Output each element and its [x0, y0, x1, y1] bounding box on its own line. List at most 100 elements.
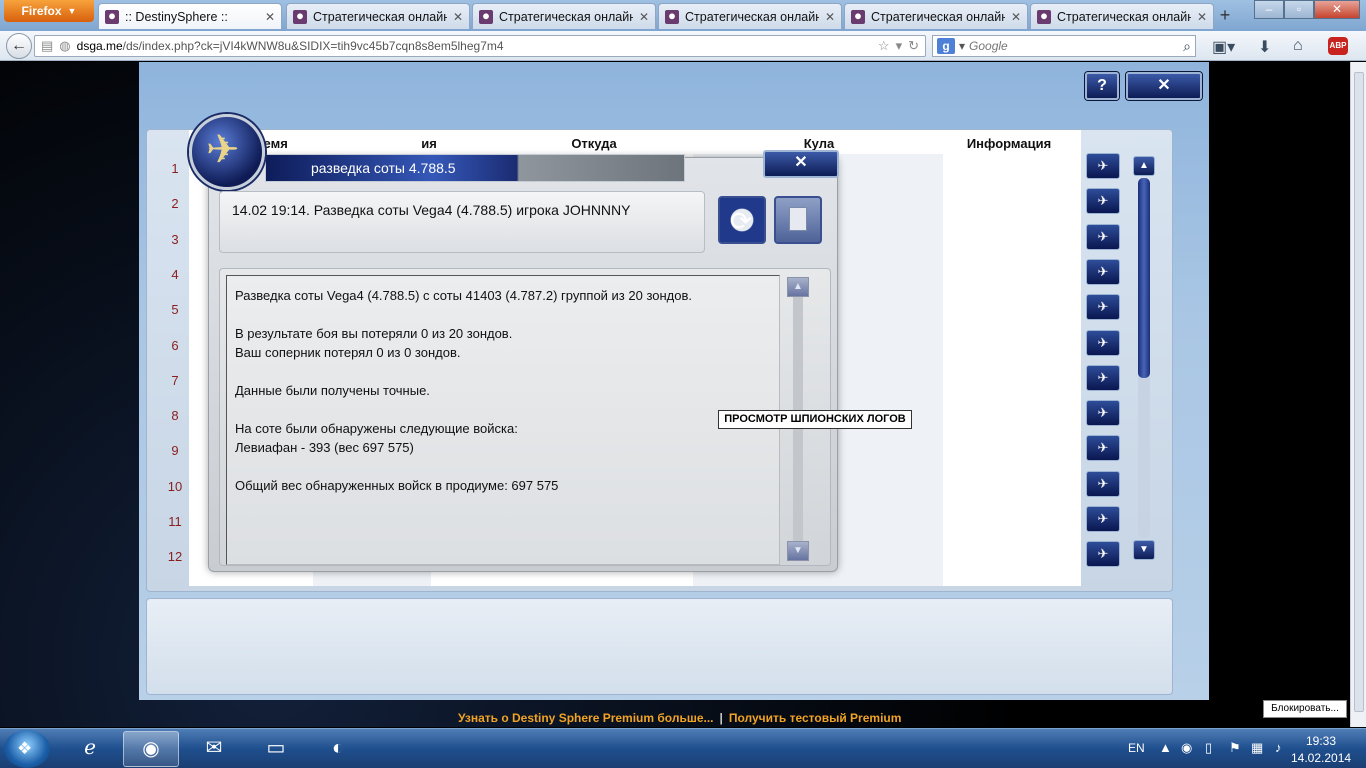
close-log-button[interactable]: ✕	[1126, 72, 1202, 100]
report-scroll-down-icon[interactable]: ▼	[787, 541, 809, 561]
device-icon[interactable]: ▯	[1205, 740, 1212, 756]
language-indicator[interactable]: EN	[1128, 741, 1145, 755]
scroll-up-icon[interactable]: ▲	[1133, 156, 1155, 176]
firefox-taskbar-icon[interactable]: ◉	[123, 731, 179, 767]
tab-favicon-icon	[1037, 9, 1051, 24]
tab-label: Стратегическая онлайн ...	[871, 9, 1005, 24]
firefox-tray-icon[interactable]: ◉	[1181, 740, 1192, 756]
new-document-button[interactable]	[774, 196, 822, 244]
spy-log-button[interactable]: ✈	[1086, 506, 1120, 532]
browser-tab-bar: Firefox ▼ :: DestinySphere :: ✕ Стратегиче…	[0, 0, 1366, 31]
report-line: На соте были обнаружены следующие войска…	[235, 421, 518, 436]
network-icon[interactable]: ▦	[1251, 740, 1263, 756]
internet-explorer-icon[interactable]: ℯ	[62, 731, 118, 767]
home-icon[interactable]: ⌂	[1293, 37, 1303, 55]
reload-icon[interactable]: ↻	[908, 38, 919, 54]
tab-label: Стратегическая онлайн ...	[1057, 9, 1191, 24]
report-scroll-up-icon[interactable]: ▲	[787, 277, 809, 297]
tab-favicon-icon	[479, 9, 493, 24]
clock-time[interactable]: 19:33	[1293, 734, 1349, 748]
firefox-menu-button[interactable]: Firefox ▼	[4, 0, 94, 22]
premium-info-link[interactable]: Узнать о Destiny Sphere Premium больше..…	[458, 711, 714, 725]
minimize-button[interactable]: –	[1254, 0, 1284, 19]
browser-tab[interactable]: Стратегическая онлайн ... ✕	[844, 3, 1028, 29]
scroll-down-icon[interactable]: ▼	[1133, 540, 1155, 560]
report-line: В результате боя вы потеряли 0 из 20 зон…	[235, 326, 513, 341]
probe-icon: ✈	[1097, 228, 1109, 244]
spy-log-button[interactable]: ✈	[1086, 153, 1120, 179]
new-tab-button[interactable]: +	[1212, 5, 1238, 27]
report-header: 14.02 19:14. Разведка соты Vega4 (4.788.…	[219, 191, 705, 253]
show-hidden-icons-icon[interactable]: ▲	[1159, 740, 1172, 755]
dropdown-arrow-icon[interactable]: ▾	[896, 38, 903, 54]
browser-tab[interactable]: Стратегическая онлайн ... ✕	[472, 3, 656, 29]
engine-dropdown-icon[interactable]: ▾	[959, 39, 965, 53]
tab-label: Стратегическая онлайн ...	[499, 9, 633, 24]
downloads-icon[interactable]: ⬇	[1258, 37, 1271, 57]
spy-log-button[interactable]: ✈	[1086, 364, 1120, 391]
google-engine-icon[interactable]: g	[937, 38, 955, 54]
table-scroll-thumb[interactable]	[1138, 178, 1150, 378]
page-list-icon: ▤	[41, 38, 54, 53]
volume-icon[interactable]: ♪	[1275, 740, 1282, 755]
bookmarks-icon[interactable]: ▣▾	[1212, 37, 1235, 57]
page-scrollbar[interactable]	[1350, 62, 1366, 727]
block-popup-button[interactable]: Блокировать...	[1263, 700, 1347, 718]
dialog-title-bar: разведка соты 4.788.5	[265, 154, 685, 182]
navigation-bar: ← ▤ ◍ dsga.me/ds/index.php?ck=jVI4kWNW8u…	[0, 31, 1366, 61]
search-bar[interactable]: g ▾ Google ⌕	[932, 35, 1196, 57]
tab-close-icon[interactable]: ✕	[453, 10, 463, 24]
row-number: 5	[171, 302, 179, 318]
back-button[interactable]: ←	[6, 33, 32, 59]
system-tray: EN ▲ ◉ ▯ ⚑ ▦ ♪ 19:33 14.02.2014	[1125, 729, 1366, 768]
browser-tab[interactable]: Стратегическая онлайн ... ✕	[658, 3, 842, 29]
row-number: 6	[171, 337, 179, 353]
dialog-close-button[interactable]: ✕	[763, 150, 839, 178]
dialog-title: разведка соты 4.788.5	[311, 160, 456, 176]
spy-log-button[interactable]: ✈	[1086, 435, 1120, 462]
thunderbird-icon[interactable]: ✉	[186, 731, 242, 767]
spy-log-button[interactable]: ✈	[1086, 294, 1120, 321]
spy-log-button[interactable]: ✈	[1086, 188, 1120, 215]
browser-tab[interactable]: Стратегическая онлайн ... ✕	[286, 3, 470, 29]
premium-trial-link[interactable]: Получить тестовый Premium	[729, 711, 902, 725]
bookmark-star-icon[interactable]: ☆	[878, 38, 890, 54]
spy-log-button[interactable]: ✈	[1086, 329, 1120, 356]
spy-log-button[interactable]: ✈	[1086, 470, 1120, 497]
adblock-icon[interactable]: ABP	[1328, 37, 1348, 55]
column-header-info: Информация	[966, 136, 1052, 151]
window-controls: – ▫ ✕	[1254, 0, 1360, 20]
browser-tab[interactable]: Стратегическая онлайн ... ✕	[1030, 3, 1214, 29]
row-number: 3	[171, 231, 179, 247]
report-spacer	[235, 305, 771, 324]
start-button[interactable]: ❖	[4, 730, 50, 768]
search-icon[interactable]: ⌕	[1183, 38, 1191, 55]
site-identity-icon[interactable]: ◍	[59, 38, 70, 54]
column-header-to: Кула	[803, 136, 835, 151]
row-number: 7	[171, 372, 179, 388]
window-close-button[interactable]: ✕	[1314, 0, 1360, 19]
file-explorer-icon[interactable]: ▭	[248, 731, 304, 767]
tab-close-icon[interactable]: ✕	[265, 10, 275, 24]
table-scrollbar[interactable]: ▲ ▼	[1131, 156, 1157, 560]
clock-date[interactable]: 14.02.2014	[1291, 751, 1351, 765]
tab-close-icon[interactable]: ✕	[639, 10, 649, 24]
page-scroll-thumb[interactable]	[1354, 72, 1364, 712]
spy-log-button[interactable]: ✈	[1086, 223, 1120, 250]
flag-icon[interactable]: ⚑	[1229, 740, 1241, 756]
url-text: dsga.me/ds/index.php?ck=jVI4kWNW8u&SIDIX…	[76, 39, 504, 53]
help-button[interactable]: ?	[1085, 72, 1119, 100]
spy-log-button[interactable]: ✈	[1086, 400, 1120, 427]
tab-close-icon[interactable]: ✕	[825, 10, 835, 24]
refresh-button[interactable]: ⟳	[718, 196, 766, 244]
spy-log-button[interactable]: ✈	[1086, 541, 1120, 568]
search-input[interactable]: Google	[969, 39, 1179, 53]
tab-close-icon[interactable]: ✕	[1011, 10, 1021, 24]
chrome-icon[interactable]: ◐	[310, 731, 366, 767]
url-bar[interactable]: ▤ ◍ dsga.me/ds/index.php?ck=jVI4kWNW8u&S…	[34, 35, 926, 57]
report-spacer	[235, 457, 771, 476]
spy-log-button[interactable]: ✈	[1086, 258, 1120, 285]
maximize-button[interactable]: ▫	[1284, 0, 1314, 19]
tab-close-icon[interactable]: ✕	[1197, 10, 1207, 24]
browser-tab[interactable]: :: DestinySphere :: ✕	[98, 3, 282, 29]
